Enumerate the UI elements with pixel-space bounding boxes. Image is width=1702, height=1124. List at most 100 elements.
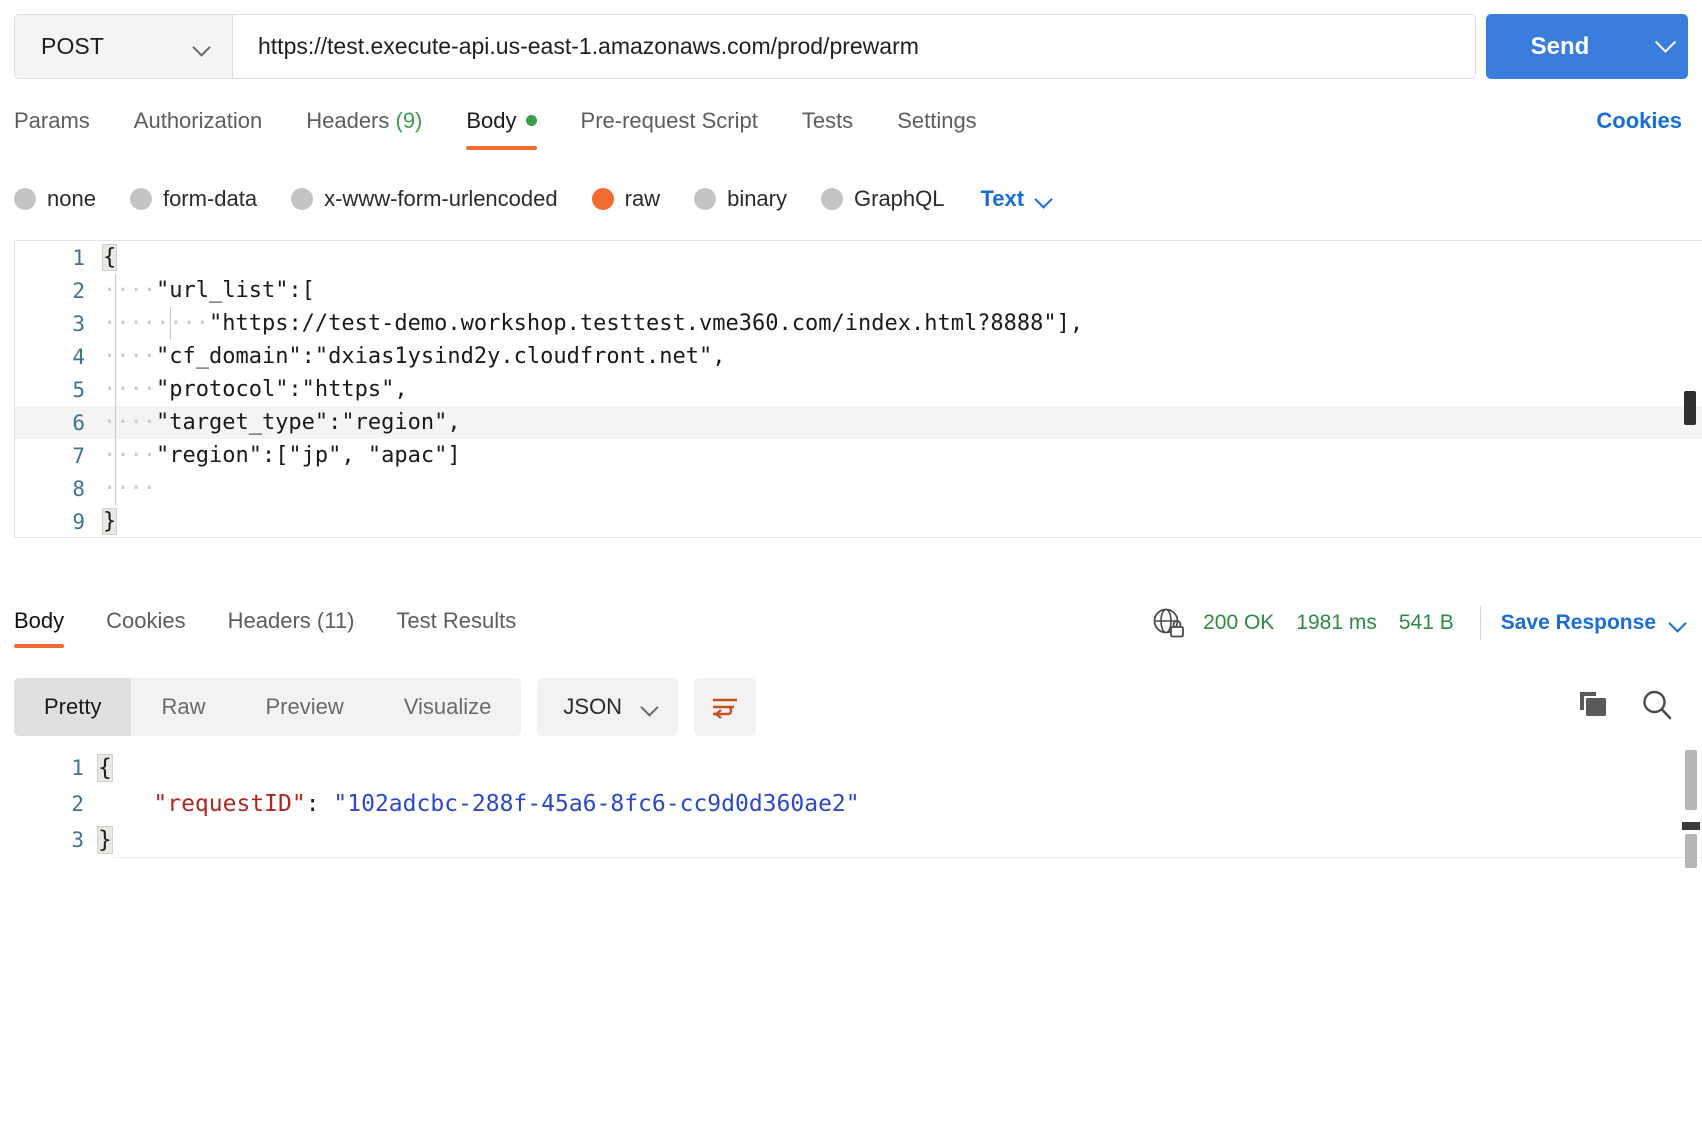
response-line-text: } <box>97 826 113 854</box>
response-format-select[interactable]: JSON <box>537 678 679 736</box>
body-type-radio-GraphQL[interactable]: GraphQL <box>821 186 945 212</box>
response-line: 1{ <box>14 750 1702 786</box>
response-tab-cookies[interactable]: Cookies <box>106 604 185 648</box>
request-tabs: Params Authorization Headers (9) Body Pre-re… <box>0 102 1702 150</box>
body-type-radio-group: none form-data x-www-form-urlencoded raw bin… <box>14 175 1052 223</box>
raw-format-label: Text <box>980 186 1025 211</box>
response-format-label: JSON <box>563 694 623 719</box>
send-options-caret-icon[interactable] <box>1642 14 1688 79</box>
indent-guide <box>115 472 116 505</box>
editor-line-text: ········"https://test-demo.workshop.test… <box>99 311 1083 336</box>
view-mode-visualize[interactable]: Visualize <box>374 678 522 736</box>
response-vertical-scrollbar[interactable] <box>1682 750 1700 868</box>
radio-button-icon <box>14 188 36 210</box>
radio-label: GraphQL <box>854 186 945 211</box>
radio-label: raw <box>624 186 661 211</box>
line-number: 6 <box>72 410 85 435</box>
editor-line: 3 ········"https://test-demo.workshop.tes… <box>15 307 1702 340</box>
line-number: 3 <box>71 828 84 852</box>
response-body-viewer[interactable]: 1{2 "requestID": "102adcbc-288f-45a6-8fc… <box>14 750 1702 1124</box>
scrollbar-thumb-top[interactable] <box>1685 750 1697 810</box>
tab-label: Cookies <box>106 608 186 633</box>
request-tab-tests[interactable]: Tests <box>802 102 853 150</box>
body-type-radio-form-data[interactable]: form-data <box>129 186 257 212</box>
tab-label: Params <box>14 108 90 133</box>
view-mode-preview[interactable]: Preview <box>235 678 373 736</box>
response-line: 2 "requestID": "102adcbc-288f-45a6-8fc6-… <box>14 786 1702 822</box>
radio-button-icon <box>291 188 314 210</box>
response-body-lines: 1{2 "requestID": "102adcbc-288f-45a6-8fc… <box>14 750 1702 858</box>
tab-count: (11) <box>310 608 355 633</box>
send-button[interactable]: Send <box>1486 14 1642 79</box>
save-response-caret-icon[interactable] <box>1670 615 1686 631</box>
response-line-text: "requestID": "102adcbc-288f-45a6-8fc6-cc… <box>98 791 860 817</box>
divider <box>1479 606 1481 640</box>
chevron-down-icon <box>642 699 658 715</box>
tab-label: Pre-request Script <box>580 108 758 133</box>
response-tab-test-results[interactable]: Test Results <box>396 604 516 648</box>
request-tab-headers[interactable]: Headers (9) <box>306 102 422 150</box>
code-text: } <box>101 508 118 535</box>
editor-line: 7 ····"region":["jp", "apac"] <box>15 439 1702 472</box>
code-text: "protocol":"https", <box>155 377 408 402</box>
line-number: 2 <box>72 278 85 303</box>
body-type-radio-x-www-form-urlencoded[interactable]: x-www-form-urlencoded <box>291 186 558 212</box>
line-divider <box>114 857 1702 858</box>
http-method-select[interactable]: POST <box>15 15 233 78</box>
indent-guide <box>170 307 171 340</box>
request-tab-pre-request-script[interactable]: Pre-request Script <box>581 102 758 150</box>
line-number: 2 <box>71 792 84 816</box>
whitespace-dots: ···· <box>103 278 156 303</box>
line-number: 3 <box>72 311 85 336</box>
json-value: "102adcbc-288f-45a6-8fc6-cc9d0d360ae2" <box>333 791 860 817</box>
json-colon: : <box>305 791 334 817</box>
save-response-button[interactable]: Save Response <box>1501 611 1656 635</box>
scrollbar-marker <box>1682 822 1700 830</box>
editor-line: 4 ····"cf_domain":"dxias1ysind2y.cloudfro… <box>15 340 1702 373</box>
editor-line: 1{ <box>15 241 1702 274</box>
json-key: "requestID" <box>153 791 306 817</box>
radio-button-icon <box>694 188 717 210</box>
radio-label: x-www-form-urlencoded <box>324 186 558 211</box>
editor-line: 5 ····"protocol":"https", <box>15 373 1702 406</box>
request-body-editor[interactable]: 1{2 ····"url_list":[3 ········"https://tes… <box>14 240 1702 538</box>
url-input[interactable]: https://test.execute-api.us-east-1.amazo… <box>233 15 1475 78</box>
editor-line-text: ····"url_list":[ <box>99 278 315 303</box>
body-modified-dot-icon <box>525 115 537 126</box>
code-text: { <box>101 244 118 271</box>
request-tab-settings[interactable]: Settings <box>897 102 977 150</box>
tab-label: Settings <box>897 108 977 133</box>
editor-bottom-divider <box>15 537 1702 538</box>
view-mode-pretty[interactable]: Pretty <box>14 678 132 736</box>
tab-label: Headers <box>227 608 311 633</box>
view-mode-raw[interactable]: Raw <box>131 678 235 736</box>
search-icon[interactable] <box>1640 688 1674 727</box>
globe-lock-icon <box>1151 606 1185 640</box>
raw-format-select[interactable]: Text <box>981 186 1053 212</box>
request-tab-body[interactable]: Body <box>466 102 537 150</box>
request-tab-authorization[interactable]: Authorization <box>134 102 262 150</box>
line-number: 1 <box>72 245 85 270</box>
indent-guide <box>115 274 116 307</box>
request-tab-params[interactable]: Params <box>14 102 90 150</box>
body-type-radio-raw[interactable]: raw <box>591 186 661 212</box>
chevron-down-icon <box>1036 191 1052 207</box>
body-type-radio-none[interactable]: none <box>14 186 96 212</box>
line-number: 4 <box>72 344 85 369</box>
tab-label: Authorization <box>133 108 263 133</box>
indent-guide <box>115 307 116 340</box>
http-method-label: POST <box>41 33 105 59</box>
tab-label: Headers <box>306 108 390 133</box>
response-action-icons <box>1576 678 1674 736</box>
whitespace-dots: ···· <box>103 377 156 402</box>
tab-label: Body <box>466 108 517 133</box>
copy-icon[interactable] <box>1576 689 1610 726</box>
editor-vertical-scrollbar[interactable] <box>1684 391 1696 425</box>
scrollbar-thumb-bottom[interactable] <box>1685 834 1697 868</box>
response-tab-body[interactable]: Body <box>14 604 65 648</box>
response-tab-headers[interactable]: Headers (11) <box>228 604 355 648</box>
body-type-radio-binary[interactable]: binary <box>694 186 787 212</box>
request-editor-lines: 1{2 ····"url_list":[3 ········"https://tes… <box>15 241 1702 538</box>
wrap-lines-button[interactable] <box>694 678 757 736</box>
cookies-link[interactable]: Cookies <box>1596 108 1682 134</box>
